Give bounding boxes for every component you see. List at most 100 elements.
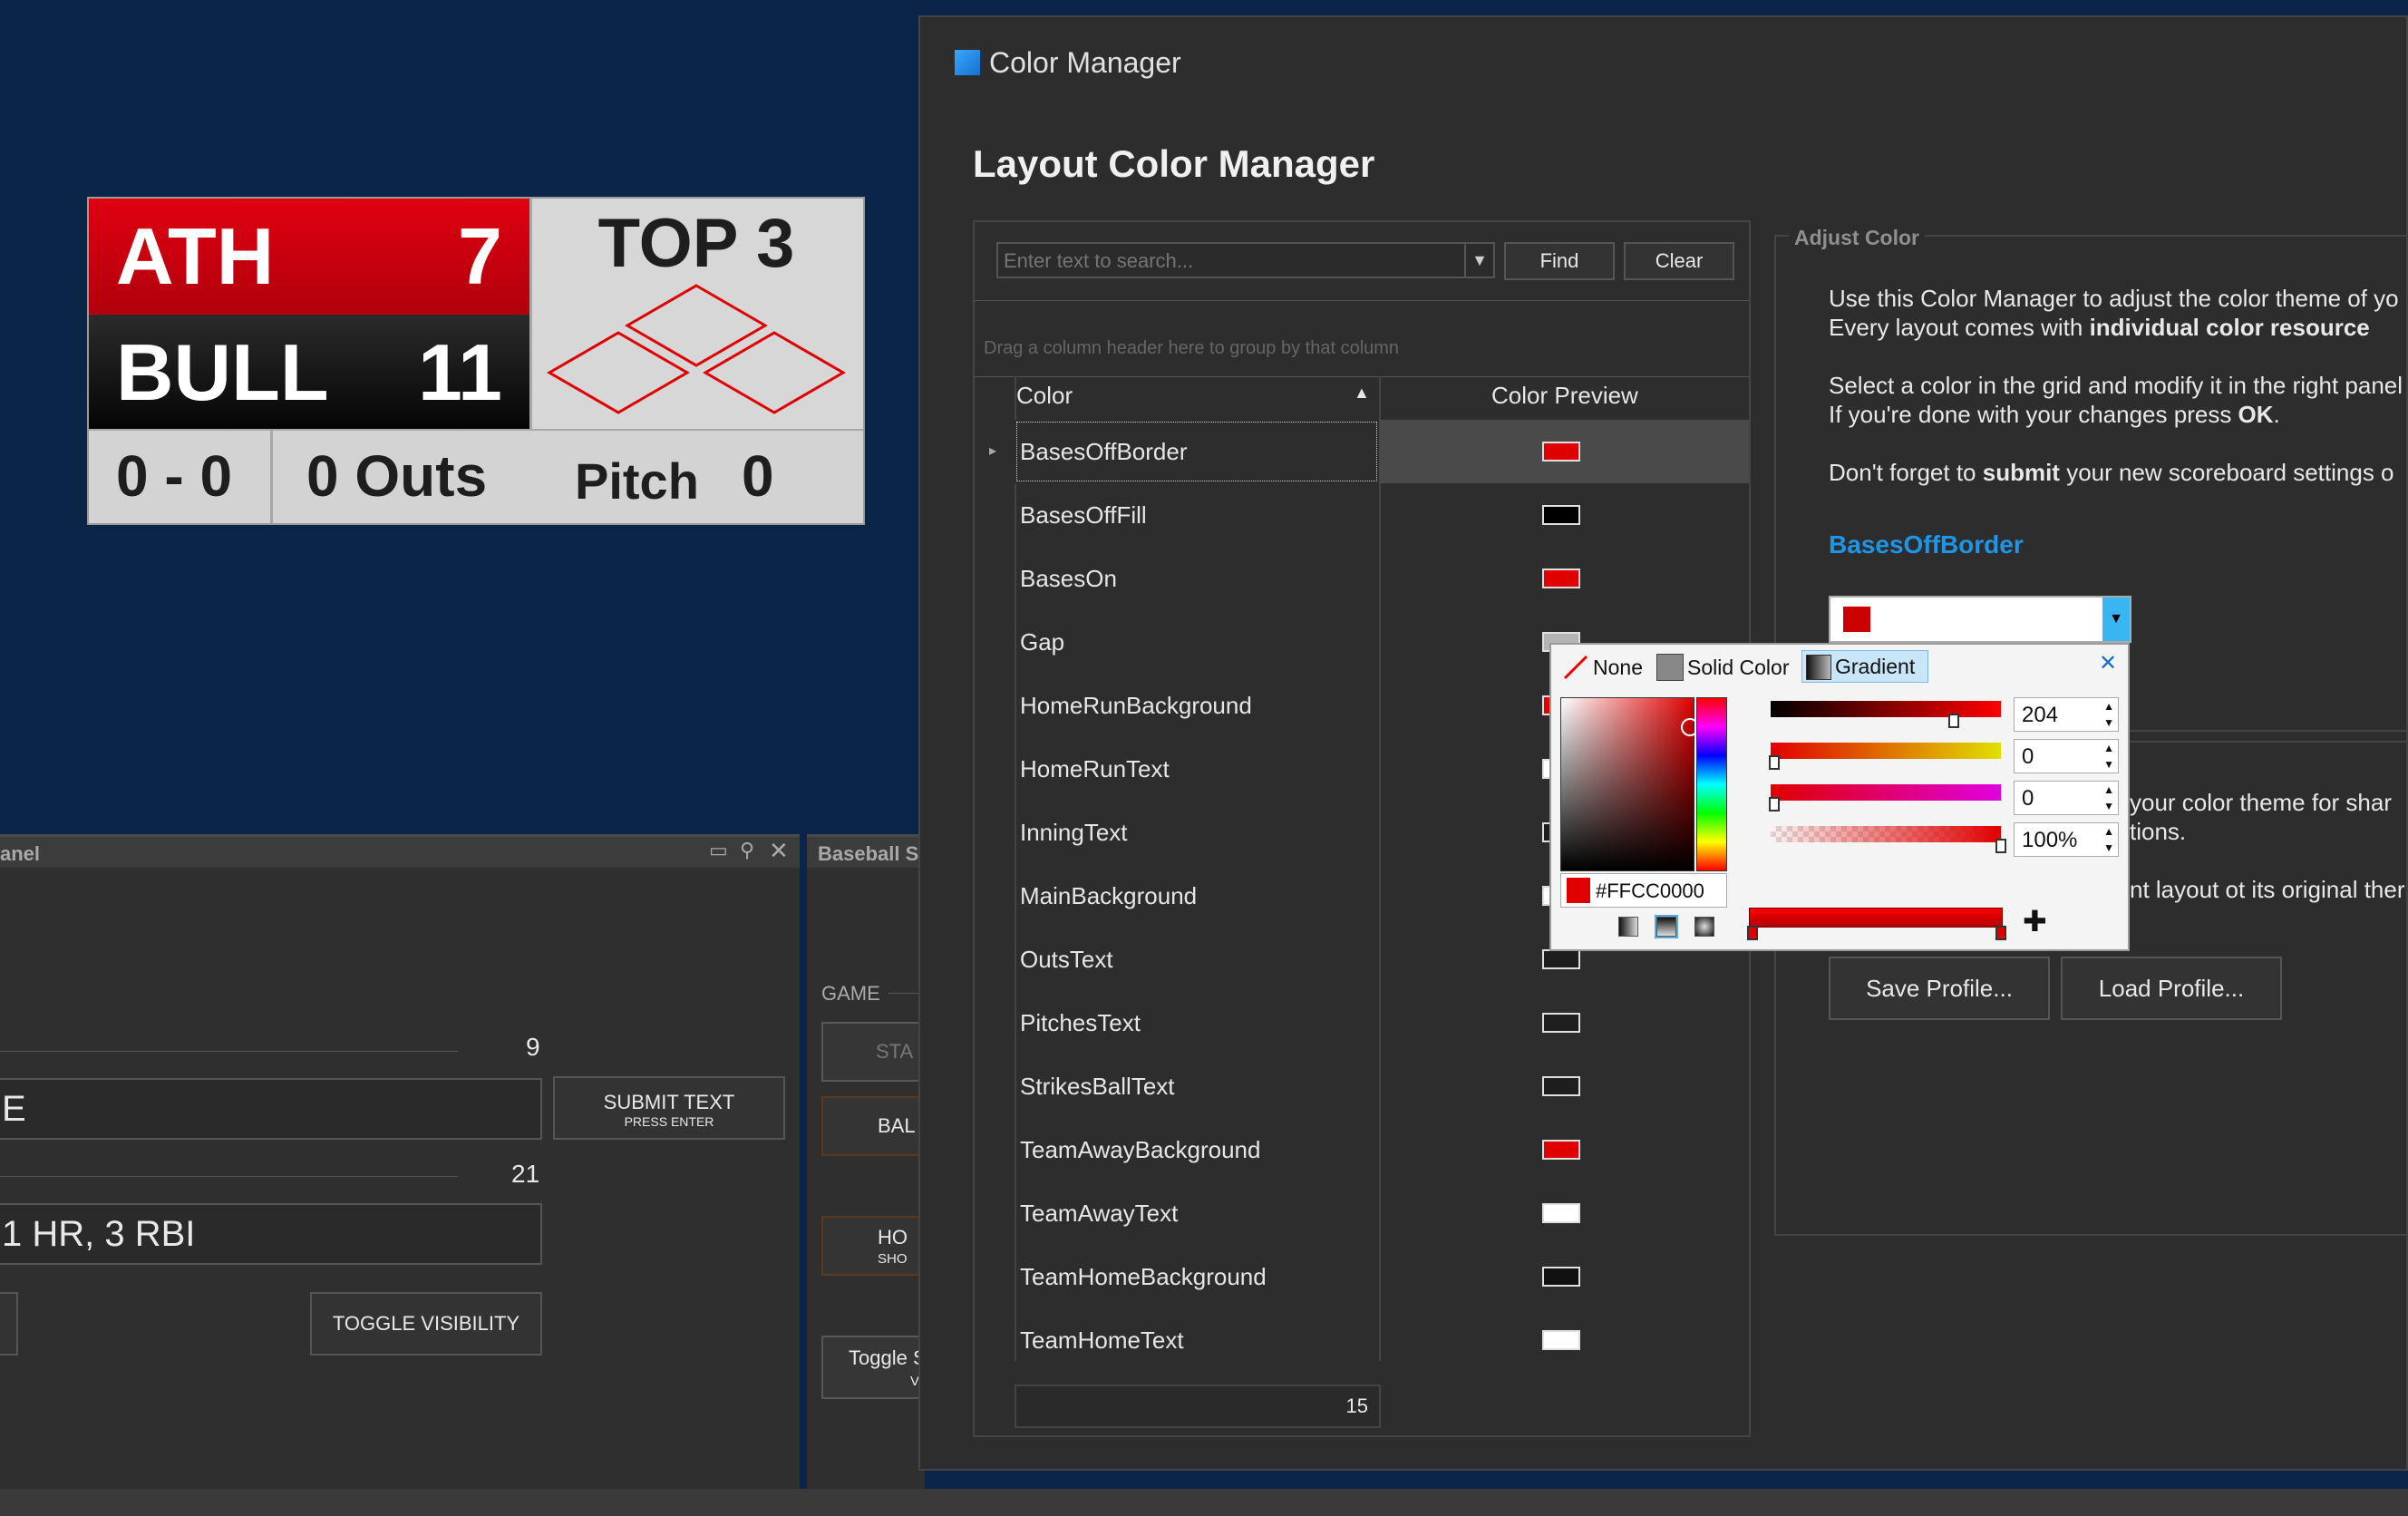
count-text: 0 - 0 [116, 443, 233, 509]
color-preview-swatch[interactable] [1542, 1267, 1580, 1287]
radial-gradient-icon[interactable] [1694, 917, 1714, 937]
close-picker-icon[interactable]: ✕ [2099, 650, 2117, 676]
third-base-icon [547, 331, 690, 414]
color-preview-column-header[interactable]: Color Preview [1491, 382, 1638, 410]
grid-row[interactable]: BasesOffFill [975, 483, 1749, 547]
away-team-score: 7 [458, 211, 502, 301]
red-slider-thumb[interactable] [1948, 714, 1959, 728]
alpha-slider-thumb[interactable] [1995, 839, 2006, 853]
field1-char-counter: 9 [526, 1033, 540, 1061]
scoreboard: ATH 7 BULL 11 TOP 3 0 - 0 0 Outs Pitch 0 [87, 197, 865, 525]
close-icon[interactable]: ✕ [769, 837, 789, 865]
color-preview-swatch[interactable] [1542, 442, 1580, 462]
hue-slider[interactable] [1696, 697, 1727, 871]
second-base-icon [625, 284, 768, 367]
hex-value[interactable]: #FFCC0000 [1596, 879, 1704, 903]
no-color-icon[interactable] [1562, 654, 1589, 681]
gradient-stop-bar[interactable] [1749, 908, 2003, 928]
row-count-footer: 15 [1015, 1385, 1381, 1428]
solid-color-icon[interactable] [1656, 654, 1684, 681]
alpha-spinbox[interactable]: 100% ▲ ▼ [2014, 822, 2119, 857]
profile-text-2: tions. [2130, 818, 2187, 845]
red-spin-arrows-icon[interactable]: ▲ ▼ [2103, 698, 2114, 731]
group-by-hint: Drag a column header here to group by th… [984, 338, 1400, 358]
grid-row[interactable]: TeamAwayBackground [975, 1118, 1749, 1181]
grid-row[interactable]: BasesOn [975, 547, 1749, 610]
color-preview-swatch[interactable] [1542, 1330, 1580, 1350]
sort-ascending-icon: ▲ [1354, 384, 1370, 402]
inning-text: TOP 3 [597, 205, 795, 282]
text-field-1[interactable]: E [0, 1078, 542, 1140]
profile-text-3: nt layout ot its original ther [2130, 876, 2405, 903]
search-input[interactable] [1002, 246, 1459, 277]
color-preview-swatch[interactable] [1542, 505, 1580, 525]
color-resource-name: MainBackground [1020, 882, 1198, 909]
home-team-name: BULL [116, 327, 329, 417]
tab-gradient[interactable]: Gradient [1801, 650, 1928, 683]
partial-button[interactable] [0, 1292, 18, 1356]
grid-row[interactable]: ▸ BasesOffBorder [975, 420, 1749, 483]
add-stop-icon[interactable]: ✚ [2023, 904, 2047, 938]
toggle-visibility-button[interactable]: TOGGLE VISIBILITY [310, 1292, 542, 1356]
submit-text-button[interactable]: SUBMIT TEXT PRESS ENTER [553, 1076, 785, 1140]
color-resource-name: TeamAwayText [1020, 1200, 1179, 1227]
maximize-icon[interactable]: ▭ [709, 839, 728, 862]
color-resource-name: BasesOffBorder [1020, 438, 1188, 465]
tab-none[interactable]: None [1593, 656, 1643, 680]
red-channel-slider[interactable] [1771, 701, 2001, 717]
blue-spin-arrows-icon[interactable]: ▲ ▼ [2103, 782, 2114, 814]
pin-icon[interactable]: ⚲ [740, 839, 754, 862]
red-spinbox[interactable]: 204 ▲ ▼ [2014, 697, 2119, 732]
color-resource-name: Gap [1020, 628, 1065, 656]
gradient-stop-right[interactable] [1995, 926, 2006, 940]
saturation-value-field[interactable] [1560, 697, 1699, 871]
help-line-4: If you're done with your changes press O… [1829, 401, 2280, 428]
load-profile-button[interactable]: Load Profile... [2061, 957, 2282, 1020]
grid-row[interactable]: PitchesText [975, 991, 1749, 1054]
find-button[interactable]: Find [1504, 242, 1615, 280]
home-team-score: 11 [417, 327, 502, 417]
color-picker-popup: None Solid Color Gradient ✕ 204 ▲ ▼ 0 ▲ ▼ 0 ▲… [1549, 643, 2130, 951]
color-preview-swatch[interactable] [1542, 1076, 1580, 1096]
blue-channel-slider[interactable] [1771, 784, 2001, 801]
blue-slider-thumb[interactable] [1769, 797, 1780, 811]
vertical-gradient-icon[interactable] [1655, 915, 1678, 938]
alpha-spin-arrows-icon[interactable]: ▲ ▼ [2103, 823, 2114, 856]
text-field-2[interactable]: 1 HR, 3 RBI [0, 1203, 542, 1265]
color-resource-name: BasesOn [1020, 565, 1117, 592]
color-preview-swatch[interactable] [1542, 1013, 1580, 1033]
grid-row[interactable]: TeamHomeText [975, 1308, 1749, 1372]
color-preview-swatch[interactable] [1542, 568, 1580, 588]
green-slider-thumb[interactable] [1769, 755, 1780, 770]
adjust-color-title: Adjust Color [1789, 226, 1925, 250]
away-team-name: ATH [116, 211, 275, 301]
green-channel-slider[interactable] [1771, 743, 2001, 759]
color-preview-swatch[interactable] [1542, 1203, 1580, 1223]
dropdown-arrow-icon[interactable]: ▼ [2102, 598, 2130, 641]
left-panel: anel ▭ ⚲ ✕ 9 E SUBMIT TEXT PRESS ENTER 2… [0, 834, 800, 1492]
color-preview-swatch[interactable] [1542, 1140, 1580, 1160]
tab-gradient-label: Gradient [1835, 655, 1916, 678]
green-spinbox[interactable]: 0 ▲ ▼ [2014, 739, 2119, 773]
pitch-value: 0 [742, 443, 774, 509]
color-dropdown[interactable]: ▼ [1829, 596, 2131, 643]
green-spin-arrows-icon[interactable]: ▲ ▼ [2103, 740, 2114, 773]
left-panel-header: anel ▭ ⚲ ✕ [0, 837, 800, 868]
hex-field[interactable]: #FFCC0000 [1560, 873, 1727, 908]
search-box[interactable]: ▼ [996, 242, 1495, 278]
linear-gradient-icon[interactable] [1618, 917, 1638, 937]
tab-solid-color[interactable]: Solid Color [1687, 656, 1790, 680]
save-profile-button[interactable]: Save Profile... [1829, 957, 2050, 1020]
blue-spinbox[interactable]: 0 ▲ ▼ [2014, 781, 2119, 815]
grid-row[interactable]: StrikesBallText [975, 1054, 1749, 1118]
pitch-label: Pitch [575, 452, 699, 510]
color-column-header[interactable]: Color [1016, 382, 1073, 410]
alpha-channel-slider[interactable] [1771, 826, 2001, 842]
clear-button[interactable]: Clear [1624, 242, 1734, 280]
search-dropdown-icon[interactable]: ▼ [1464, 244, 1493, 277]
left-panel-title: anel [0, 842, 41, 865]
color-preview-swatch[interactable] [1542, 949, 1580, 969]
grid-row[interactable]: TeamAwayText [975, 1181, 1749, 1245]
grid-row[interactable]: TeamHomeBackground [975, 1245, 1749, 1308]
gradient-stop-left[interactable] [1747, 926, 1758, 940]
